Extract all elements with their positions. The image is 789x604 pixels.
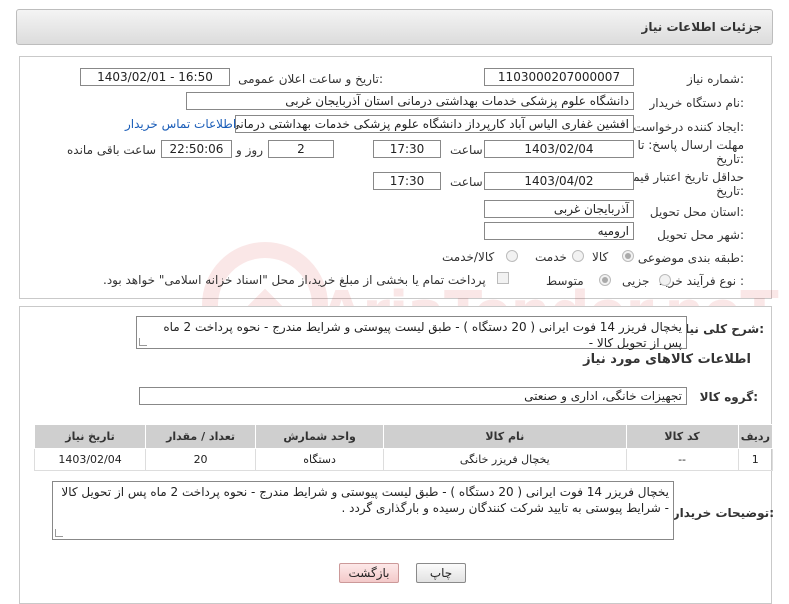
resize-handle-icon[interactable] — [139, 338, 147, 346]
process-type-label: نوع فرآیند خرید : — [659, 274, 744, 288]
deadline-time-field: 17:30 — [373, 140, 441, 158]
category-service-label: خدمت — [535, 250, 567, 264]
days-remaining-field: 2 — [268, 140, 334, 158]
process-medium-radio[interactable] — [599, 274, 611, 286]
remaining-label: ساعت باقی مانده — [67, 143, 157, 157]
province-label: استان محل تحویل: — [649, 205, 744, 219]
resize-handle-icon[interactable] — [55, 529, 63, 537]
col-goods-name: نام کالا — [383, 424, 627, 449]
category-goods-radio[interactable] — [622, 250, 634, 262]
category-goods-label: کالا — [592, 250, 609, 264]
col-row-no: ردیف — [737, 424, 774, 449]
col-quantity: تعداد / مقدار — [145, 424, 257, 449]
creator-label: ایجاد کننده درخواست: — [633, 120, 744, 134]
goods-group-field: تجهیزات خانگی، اداری و صنعتی — [139, 387, 687, 405]
buyer-org-label: نام دستگاه خریدار: — [649, 96, 745, 110]
back-button[interactable]: بازگشت — [339, 563, 399, 583]
city-label: شهر محل تحویل: — [657, 228, 744, 242]
validity-date-field: 1403/04/02 — [484, 172, 634, 190]
buyer-contact-link[interactable]: اطلاعات تماس خریدار — [125, 117, 236, 131]
buyer-notes-label: توضیحات خریدار: — [672, 506, 774, 520]
goods-info-title: اطلاعات کالاهای مورد نیاز — [583, 352, 751, 367]
col-need-date: تاریخ نیاز — [33, 424, 147, 449]
cell-row-no: 1 — [737, 448, 774, 471]
table-header-row: ردیف کد کالا نام کالا واحد شمارش تعداد /… — [33, 424, 774, 449]
days-label: روز و — [236, 143, 263, 157]
buyer-notes-textarea: یخچال فریزر 14 فوت ایرانی ( 20 دستگاه ) … — [52, 481, 674, 540]
cell-need-date: 1403/02/04 — [33, 448, 147, 471]
time-remaining-field: 22:50:06 — [161, 140, 232, 158]
table-row: 1 -- یخچال فریزر خانگی دستگاه 20 1403/02… — [33, 448, 774, 471]
summary-textarea: یخچال فریزر 14 فوت ایرانی ( 20 دستگاه ) … — [136, 316, 687, 350]
process-minor-label: جزیی — [622, 274, 650, 288]
process-minor-radio[interactable] — [659, 274, 671, 286]
deadline-date-field: 1403/02/04 — [484, 140, 634, 158]
page-title: جزئیات اطلاعات نیاز — [641, 20, 762, 34]
city-field: ارومیه — [484, 222, 634, 240]
validity-label-date: تاریخ: — [716, 184, 744, 198]
cell-unit: دستگاه — [255, 448, 385, 471]
col-goods-code: کد کالا — [625, 424, 739, 449]
process-medium-label: متوسط — [546, 274, 584, 288]
need-number-label: شماره نیاز: — [686, 72, 744, 86]
treasury-payment-checkbox[interactable] — [497, 272, 509, 284]
category-goods-service-radio[interactable] — [506, 250, 518, 262]
deadline-label-date: تاریخ: — [716, 152, 744, 166]
col-unit: واحد شمارش — [255, 424, 385, 449]
validity-time-label: ساعت — [450, 175, 483, 189]
page-header: جزئیات اطلاعات نیاز — [16, 9, 773, 45]
cell-quantity: 20 — [145, 448, 257, 471]
goods-group-label: گروه کالا: — [699, 390, 758, 404]
buyer-notes-text: یخچال فریزر 14 فوت ایرانی ( 20 دستگاه ) … — [61, 485, 669, 515]
print-button[interactable]: چاپ — [416, 563, 466, 583]
category-label: طبقه بندی موضوعی: — [637, 251, 744, 265]
province-field: آذربایجان غربی — [484, 200, 634, 218]
buyer-org-field: دانشگاه علوم پزشکی خدمات بهداشتی درمانی … — [186, 92, 634, 110]
cell-goods-name: یخچال فریزر خانگی — [383, 448, 627, 471]
creator-field: افشین غفاری الیاس آباد کارپرداز دانشگاه … — [235, 115, 634, 133]
need-number-field: 1103000207000007 — [484, 68, 634, 86]
category-goods-service-label: کالا/خدمت — [442, 250, 495, 264]
treasury-payment-text: پرداخت تمام یا بخشی از مبلغ خرید،از محل … — [103, 273, 486, 287]
deadline-label: مهلت ارسال پاسخ: تا — [637, 138, 744, 152]
announce-date-label: تاریخ و ساعت اعلان عمومی: — [238, 72, 383, 86]
deadline-time-label: ساعت — [450, 143, 483, 157]
summary-label: شرح کلی نیاز: — [678, 322, 764, 336]
cell-goods-code: -- — [625, 448, 739, 471]
validity-time-field: 17:30 — [373, 172, 441, 190]
category-service-radio[interactable] — [572, 250, 584, 262]
announce-date-field: 1403/02/01 - 16:50 — [80, 68, 230, 86]
items-table: ردیف کد کالا نام کالا واحد شمارش تعداد /… — [33, 424, 774, 471]
summary-text: یخچال فریزر 14 فوت ایرانی ( 20 دستگاه ) … — [163, 320, 682, 350]
